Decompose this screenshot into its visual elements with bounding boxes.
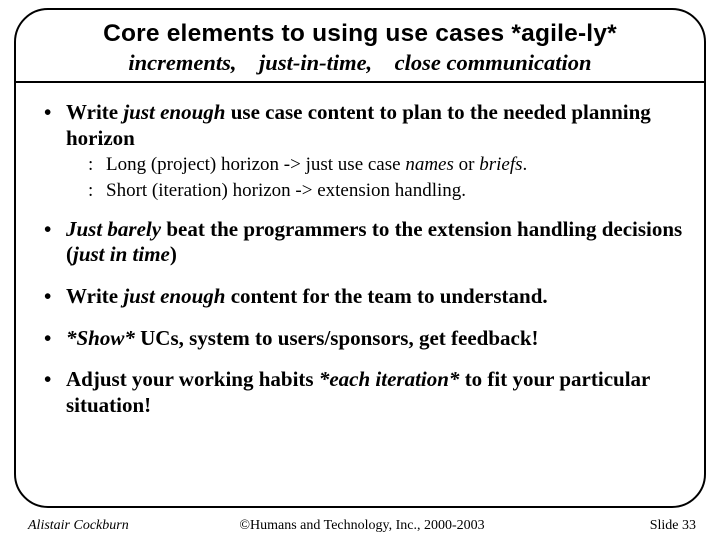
text: Adjust your working habits xyxy=(66,367,319,391)
text: content for the team to understand. xyxy=(225,284,547,308)
sub-bullet-1b: Short (iteration) horizon -> extension h… xyxy=(66,179,688,203)
slide-body: Write just enough use case content to pl… xyxy=(42,100,688,436)
text-italic: *Show* xyxy=(66,326,135,350)
sub-bullet-1a: Long (project) horizon -> just use case … xyxy=(66,153,688,177)
text-italic: just enough xyxy=(123,100,225,124)
text-italic: just in time xyxy=(73,242,170,266)
text: Long (project) horizon -> just use case xyxy=(106,154,405,175)
bullet-5: Adjust your working habits *each iterati… xyxy=(42,367,688,418)
bullet-1: Write just enough use case content to pl… xyxy=(42,100,688,203)
bullet-2: Just barely beat the programmers to the … xyxy=(42,217,688,268)
bullet-4: *Show* UCs, system to users/sponsors, ge… xyxy=(42,326,688,352)
text: Write xyxy=(66,100,123,124)
title-underline xyxy=(14,81,706,83)
text-italic: briefs xyxy=(479,154,522,175)
slide-title: Core elements to using use cases *agile-… xyxy=(0,20,720,48)
text-italic: just enough xyxy=(123,284,225,308)
text-italic: Just barely xyxy=(66,217,161,241)
text: . xyxy=(523,154,528,175)
text: UCs, system to users/sponsors, get feedb… xyxy=(135,326,539,350)
footer-copyright: ©Humans and Technology, Inc., 2000-2003 xyxy=(28,518,696,534)
text: Write xyxy=(66,284,123,308)
text: or xyxy=(454,154,479,175)
slide-subtitle: increments, just-in-time, close communic… xyxy=(0,50,720,76)
slide: Core elements to using use cases *agile-… xyxy=(0,0,720,540)
footer-slide-number: Slide 33 xyxy=(650,518,696,534)
text: Short (iteration) horizon -> extension h… xyxy=(106,180,466,201)
bullet-3: Write just enough content for the team t… xyxy=(42,284,688,310)
text: ) xyxy=(170,242,177,266)
text-italic: names xyxy=(405,154,454,175)
text-italic: *each iteration* xyxy=(319,367,460,391)
